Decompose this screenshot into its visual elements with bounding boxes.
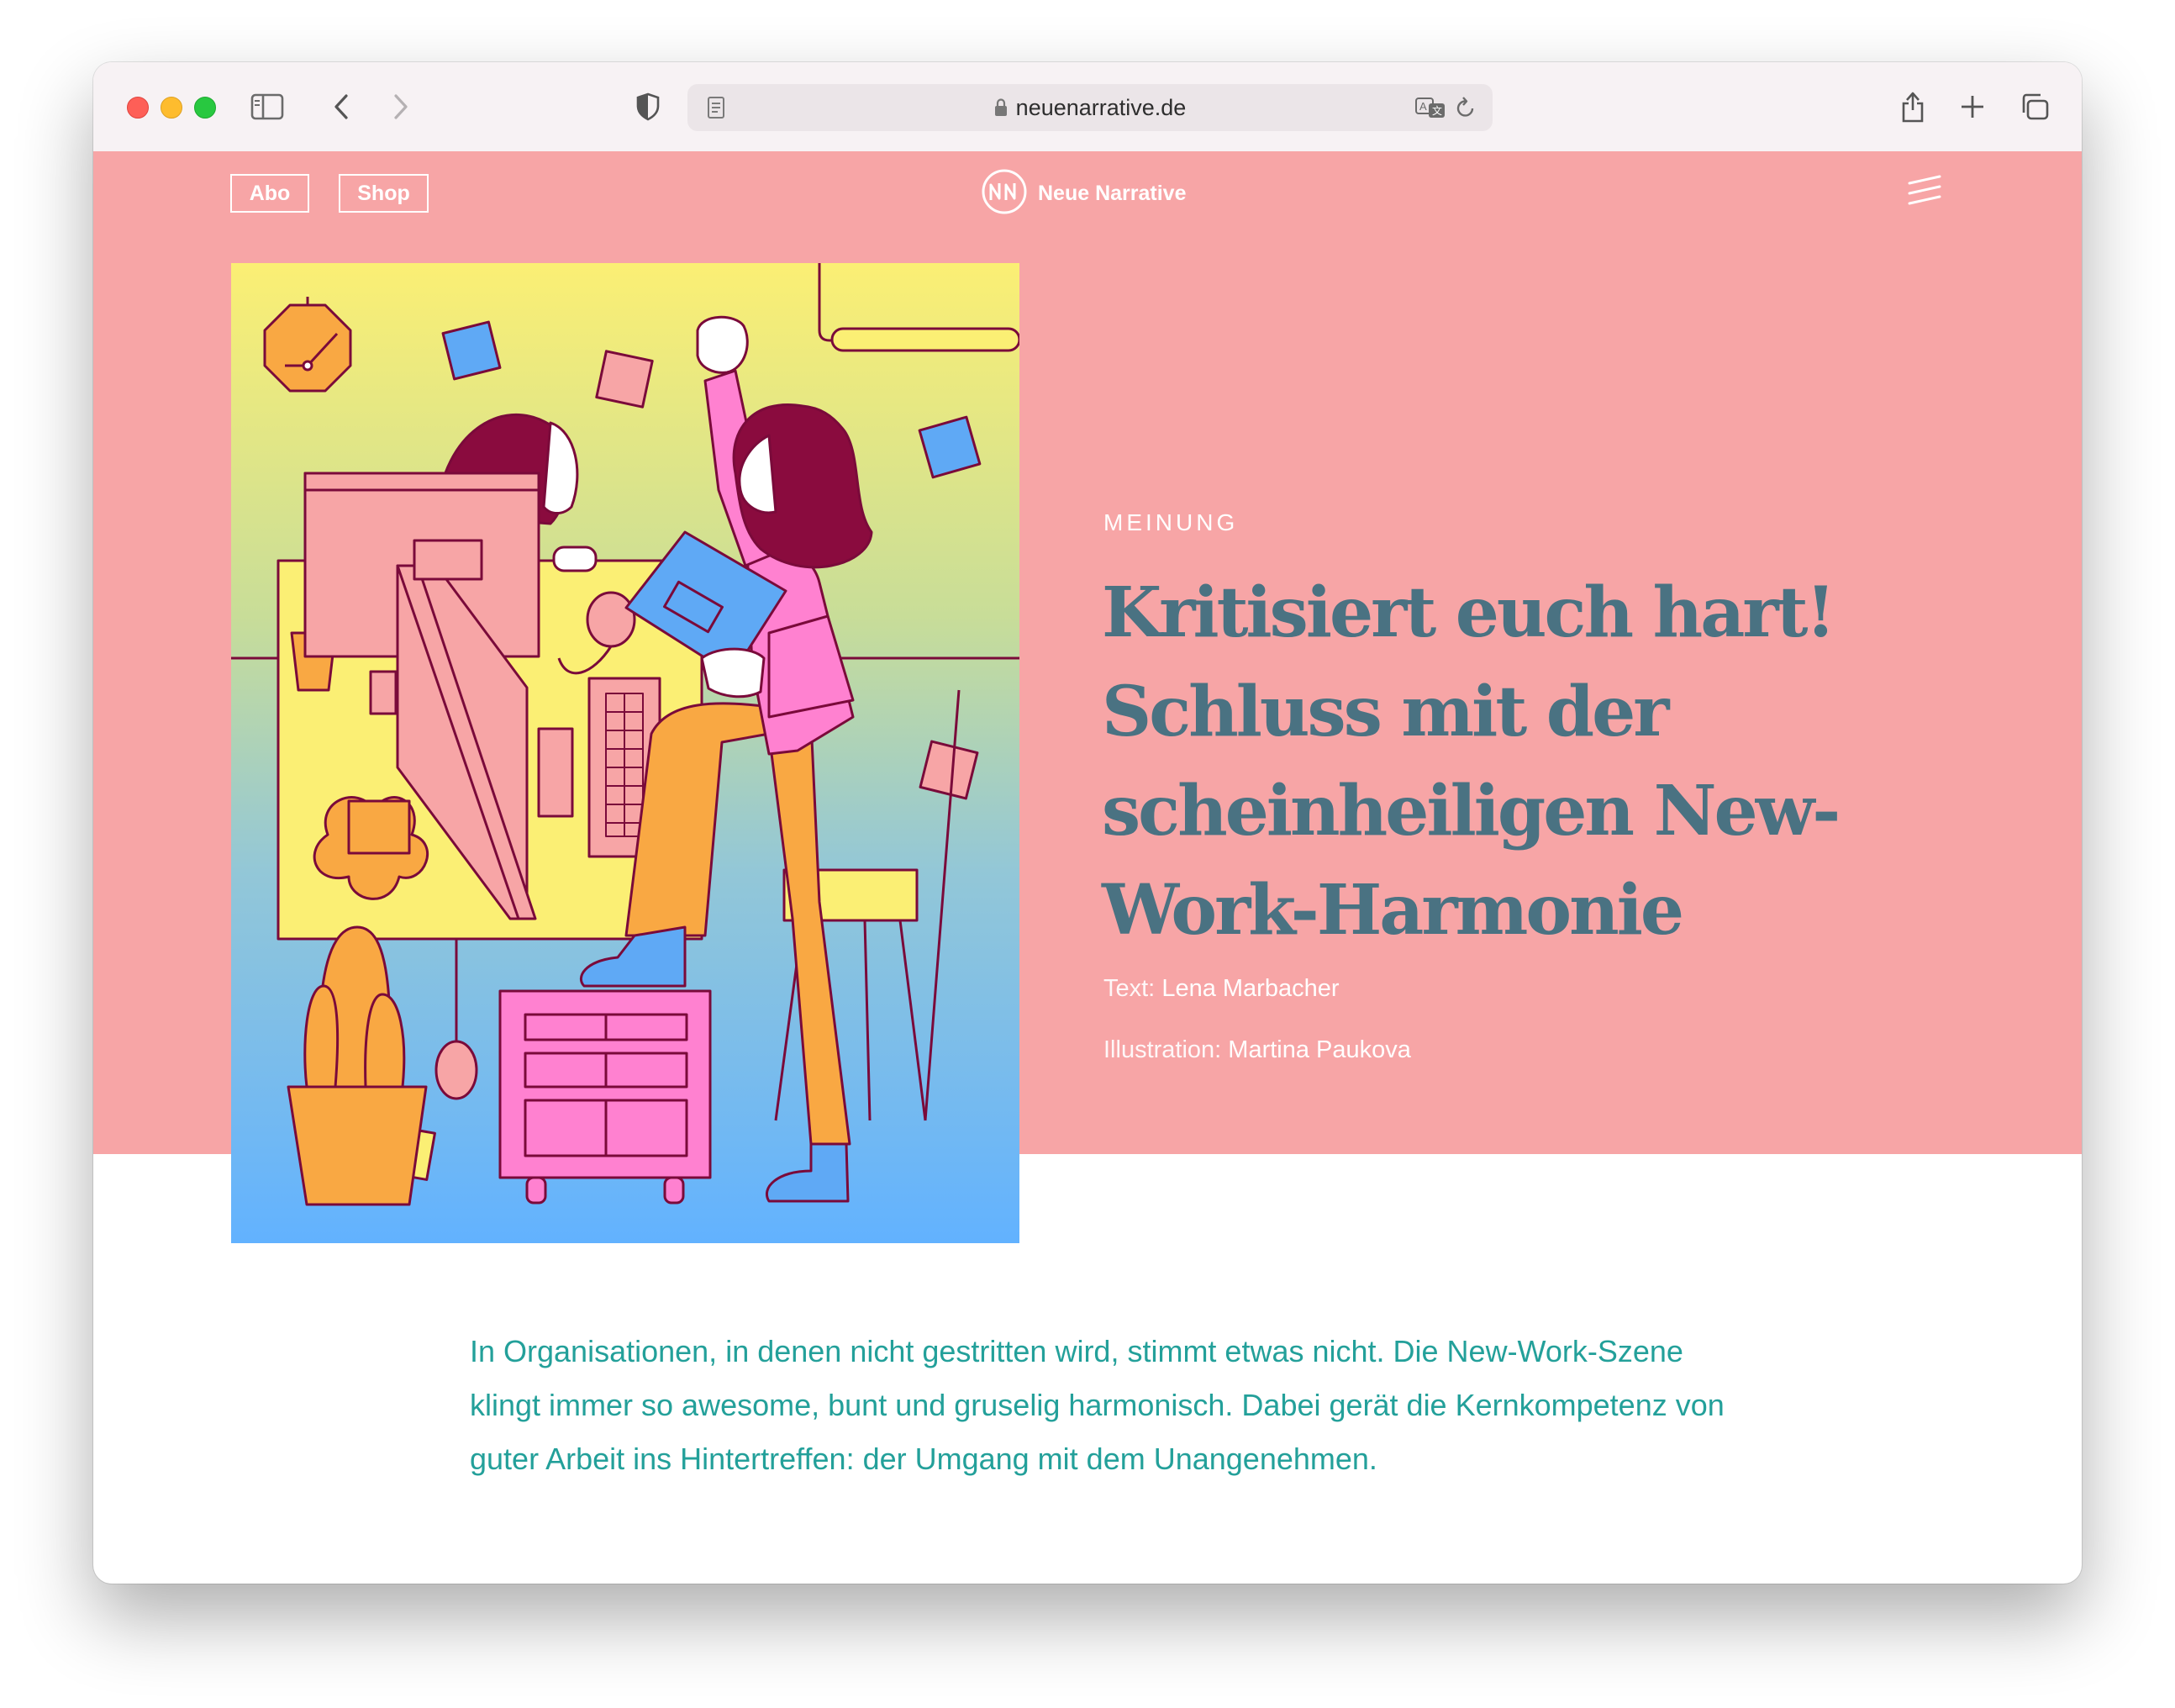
privacy-shield-icon[interactable] [628,87,668,127]
shop-button[interactable]: Shop [339,174,429,213]
reload-icon[interactable] [1446,87,1486,128]
svg-text:文: 文 [1432,104,1442,117]
sidebar-icon[interactable] [247,87,287,127]
illustrator-name[interactable]: Martina Paukova [1228,1036,1411,1063]
author-name[interactable]: Lena Marbacher [1161,975,1339,1002]
brand-logo-link[interactable]: Neue Narrative [981,168,1187,219]
article-intro: In Organisationen, in denen nicht gestri… [470,1334,1725,1476]
lock-icon [994,86,1008,133]
author-credit: Text: Lena Marbacher [1103,975,1340,1003]
brand-logo-icon [981,168,1028,219]
illustrator-credit: Illustration: Martina Paukova [1103,1036,1411,1064]
article-illustration [231,263,1019,1243]
article-headline: Kritisiert euch hart! Schluss mit der sc… [1102,572,1841,951]
url-display[interactable]: neuenarrative.de [687,84,1493,131]
illustrator-label: Illustration: [1103,1036,1222,1063]
brand-name: Neue Narrative [1038,181,1187,205]
translate-icon[interactable]: A文 [1410,87,1451,128]
browser-window: neuenarrative.de A文 Abo Shop Neue Narrat… [93,62,2082,1584]
back-icon[interactable] [321,87,361,127]
author-label: Text: [1103,975,1156,1002]
menu-icon[interactable] [1903,171,1946,215]
share-icon[interactable] [1893,87,1933,127]
zoom-window-button[interactable] [194,97,216,119]
tab-overview-icon[interactable] [2014,87,2055,127]
new-tab-icon[interactable] [1952,87,1993,127]
close-window-button[interactable] [127,97,149,119]
browser-toolbar: neuenarrative.de A文 [93,62,2082,152]
address-bar[interactable]: neuenarrative.de A文 [687,84,1493,131]
forward-icon[interactable] [381,87,421,127]
abo-button[interactable]: Abo [230,174,309,213]
article-category: MEINUNG [1103,509,1239,535]
minimize-window-button[interactable] [161,97,182,119]
svg-text:A: A [1419,100,1427,113]
url-text: neuenarrative.de [1015,95,1187,120]
